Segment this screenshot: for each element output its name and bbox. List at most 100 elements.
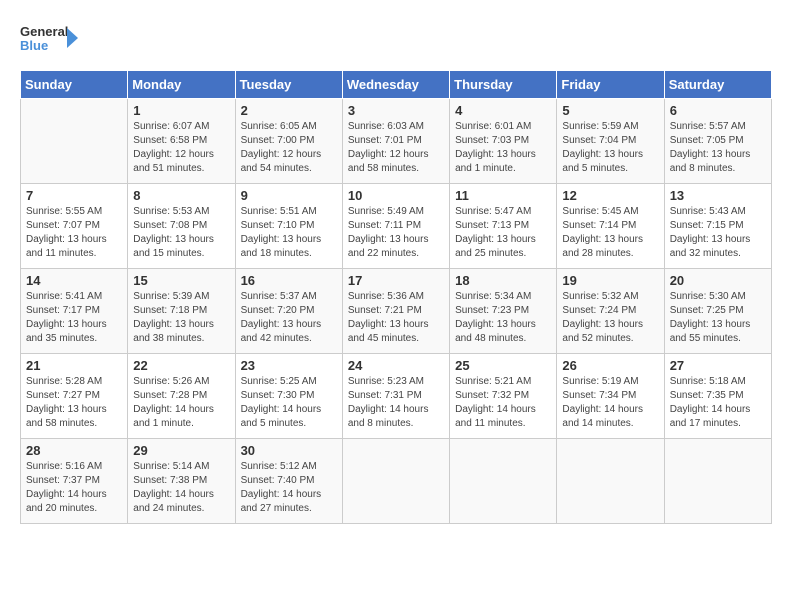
week-row-4: 21 Sunrise: 5:28 AM Sunset: 7:27 PM Dayli… (21, 354, 772, 439)
day-number: 4 (455, 103, 551, 118)
calendar-cell: 22 Sunrise: 5:26 AM Sunset: 7:28 PM Dayli… (128, 354, 235, 439)
day-info: Sunrise: 6:03 AM Sunset: 7:01 PM Dayligh… (348, 120, 444, 176)
calendar-cell (664, 439, 771, 524)
day-number: 26 (562, 358, 658, 373)
calendar-cell (21, 99, 128, 184)
day-info: Sunrise: 5:37 AM Sunset: 7:20 PM Dayligh… (241, 290, 337, 346)
day-number: 14 (26, 273, 122, 288)
calendar-cell: 23Sunrise: 5:25 AM Sunset: 7:30 PM Dayli… (235, 354, 342, 439)
week-row-5: 28 Sunrise: 5:16 AM Sunset: 7:37 PM Dayli… (21, 439, 772, 524)
day-info: Sunrise: 5:21 AM Sunset: 7:32 PM Dayligh… (455, 375, 551, 431)
day-info: Sunrise: 5:47 AM Sunset: 7:13 PM Dayligh… (455, 205, 551, 261)
calendar-cell: 2 Sunrise: 6:05 AM Sunset: 7:00 PM Daylig… (235, 99, 342, 184)
calendar-cell: 27Sunrise: 5:18 AM Sunset: 7:35 PM Dayli… (664, 354, 771, 439)
col-header-sunday: Sunday (21, 71, 128, 99)
day-info: Sunrise: 5:32 AM Sunset: 7:24 PM Dayligh… (562, 290, 658, 346)
day-number: 16 (241, 273, 337, 288)
day-info: Sunrise: 5:26 AM Sunset: 7:28 PM Dayligh… (133, 375, 229, 431)
day-info: Sunrise: 6:07 AM Sunset: 6:58 PM Dayligh… (133, 120, 229, 176)
calendar-cell: 21 Sunrise: 5:28 AM Sunset: 7:27 PM Dayli… (21, 354, 128, 439)
calendar-cell: 26 Sunrise: 5:19 AM Sunset: 7:34 PM Dayli… (557, 354, 664, 439)
logo: GeneralBlue (20, 20, 80, 60)
day-info: Sunrise: 5:19 AM Sunset: 7:34 PM Dayligh… (562, 375, 658, 431)
calendar-cell: 16 Sunrise: 5:37 AM Sunset: 7:20 PM Dayli… (235, 269, 342, 354)
calendar-cell (557, 439, 664, 524)
svg-text:Blue: Blue (20, 38, 48, 53)
day-number: 28 (26, 443, 122, 458)
calendar-cell: 9 Sunrise: 5:51 AM Sunset: 7:10 PM Daylig… (235, 184, 342, 269)
day-info: Sunrise: 5:28 AM Sunset: 7:27 PM Dayligh… (26, 375, 122, 431)
day-number: 22 (133, 358, 229, 373)
calendar-cell: 15 Sunrise: 5:39 AM Sunset: 7:18 PM Dayli… (128, 269, 235, 354)
logo-svg: GeneralBlue (20, 20, 80, 60)
calendar-cell: 3 Sunrise: 6:03 AM Sunset: 7:01 PM Daylig… (342, 99, 449, 184)
day-info: Sunrise: 5:36 AM Sunset: 7:21 PM Dayligh… (348, 290, 444, 346)
day-number: 7 (26, 188, 122, 203)
week-row-2: 7 Sunrise: 5:55 AM Sunset: 7:07 PM Daylig… (21, 184, 772, 269)
day-number: 12 (562, 188, 658, 203)
day-info: Sunrise: 5:16 AM Sunset: 7:37 PM Dayligh… (26, 460, 122, 516)
day-info: Sunrise: 5:45 AM Sunset: 7:14 PM Dayligh… (562, 205, 658, 261)
day-number: 15 (133, 273, 229, 288)
calendar-cell: 14 Sunrise: 5:41 AM Sunset: 7:17 PM Dayli… (21, 269, 128, 354)
day-info: Sunrise: 5:39 AM Sunset: 7:18 PM Dayligh… (133, 290, 229, 346)
day-info: Sunrise: 5:12 AM Sunset: 7:40 PM Dayligh… (241, 460, 337, 516)
day-number: 2 (241, 103, 337, 118)
day-number: 21 (26, 358, 122, 373)
day-number: 27 (670, 358, 766, 373)
col-header-wednesday: Wednesday (342, 71, 449, 99)
calendar-cell: 13 Sunrise: 5:43 AM Sunset: 7:15 PM Dayli… (664, 184, 771, 269)
week-row-1: 1Sunrise: 6:07 AM Sunset: 6:58 PM Daylig… (21, 99, 772, 184)
calendar-cell: 6Sunrise: 5:57 AM Sunset: 7:05 PM Daylig… (664, 99, 771, 184)
day-number: 29 (133, 443, 229, 458)
day-info: Sunrise: 5:57 AM Sunset: 7:05 PM Dayligh… (670, 120, 766, 176)
calendar-cell: 30 Sunrise: 5:12 AM Sunset: 7:40 PM Dayli… (235, 439, 342, 524)
col-header-monday: Monday (128, 71, 235, 99)
calendar-cell: 8Sunrise: 5:53 AM Sunset: 7:08 PM Daylig… (128, 184, 235, 269)
day-info: Sunrise: 5:49 AM Sunset: 7:11 PM Dayligh… (348, 205, 444, 261)
day-number: 5 (562, 103, 658, 118)
calendar-cell: 20 Sunrise: 5:30 AM Sunset: 7:25 PM Dayli… (664, 269, 771, 354)
calendar-cell: 18Sunrise: 5:34 AM Sunset: 7:23 PM Dayli… (450, 269, 557, 354)
day-info: Sunrise: 5:51 AM Sunset: 7:10 PM Dayligh… (241, 205, 337, 261)
day-number: 20 (670, 273, 766, 288)
day-number: 3 (348, 103, 444, 118)
calendar-cell: 10Sunrise: 5:49 AM Sunset: 7:11 PM Dayli… (342, 184, 449, 269)
calendar-cell: 25 Sunrise: 5:21 AM Sunset: 7:32 PM Dayli… (450, 354, 557, 439)
svg-text:General: General (20, 24, 68, 39)
calendar-cell: 29 Sunrise: 5:14 AM Sunset: 7:38 PM Dayli… (128, 439, 235, 524)
day-number: 23 (241, 358, 337, 373)
day-number: 18 (455, 273, 551, 288)
calendar-cell: 17 Sunrise: 5:36 AM Sunset: 7:21 PM Dayli… (342, 269, 449, 354)
calendar-cell: 11Sunrise: 5:47 AM Sunset: 7:13 PM Dayli… (450, 184, 557, 269)
day-info: Sunrise: 5:30 AM Sunset: 7:25 PM Dayligh… (670, 290, 766, 346)
day-info: Sunrise: 5:41 AM Sunset: 7:17 PM Dayligh… (26, 290, 122, 346)
day-number: 19 (562, 273, 658, 288)
calendar-cell: 28 Sunrise: 5:16 AM Sunset: 7:37 PM Dayli… (21, 439, 128, 524)
col-header-tuesday: Tuesday (235, 71, 342, 99)
day-number: 24 (348, 358, 444, 373)
calendar-cell: 12 Sunrise: 5:45 AM Sunset: 7:14 PM Dayli… (557, 184, 664, 269)
day-number: 8 (133, 188, 229, 203)
day-number: 25 (455, 358, 551, 373)
day-number: 30 (241, 443, 337, 458)
day-info: Sunrise: 6:01 AM Sunset: 7:03 PM Dayligh… (455, 120, 551, 176)
calendar-cell: 4 Sunrise: 6:01 AM Sunset: 7:03 PM Daylig… (450, 99, 557, 184)
day-info: Sunrise: 5:43 AM Sunset: 7:15 PM Dayligh… (670, 205, 766, 261)
calendar-cell (450, 439, 557, 524)
day-info: Sunrise: 5:55 AM Sunset: 7:07 PM Dayligh… (26, 205, 122, 261)
calendar-cell (342, 439, 449, 524)
calendar-cell: 1Sunrise: 6:07 AM Sunset: 6:58 PM Daylig… (128, 99, 235, 184)
col-header-saturday: Saturday (664, 71, 771, 99)
day-info: Sunrise: 5:59 AM Sunset: 7:04 PM Dayligh… (562, 120, 658, 176)
day-info: Sunrise: 6:05 AM Sunset: 7:00 PM Dayligh… (241, 120, 337, 176)
day-number: 17 (348, 273, 444, 288)
calendar-cell: 24 Sunrise: 5:23 AM Sunset: 7:31 PM Dayli… (342, 354, 449, 439)
day-number: 9 (241, 188, 337, 203)
day-number: 13 (670, 188, 766, 203)
day-info: Sunrise: 5:23 AM Sunset: 7:31 PM Dayligh… (348, 375, 444, 431)
day-info: Sunrise: 5:14 AM Sunset: 7:38 PM Dayligh… (133, 460, 229, 516)
col-header-thursday: Thursday (450, 71, 557, 99)
calendar-cell: 7 Sunrise: 5:55 AM Sunset: 7:07 PM Daylig… (21, 184, 128, 269)
col-header-friday: Friday (557, 71, 664, 99)
